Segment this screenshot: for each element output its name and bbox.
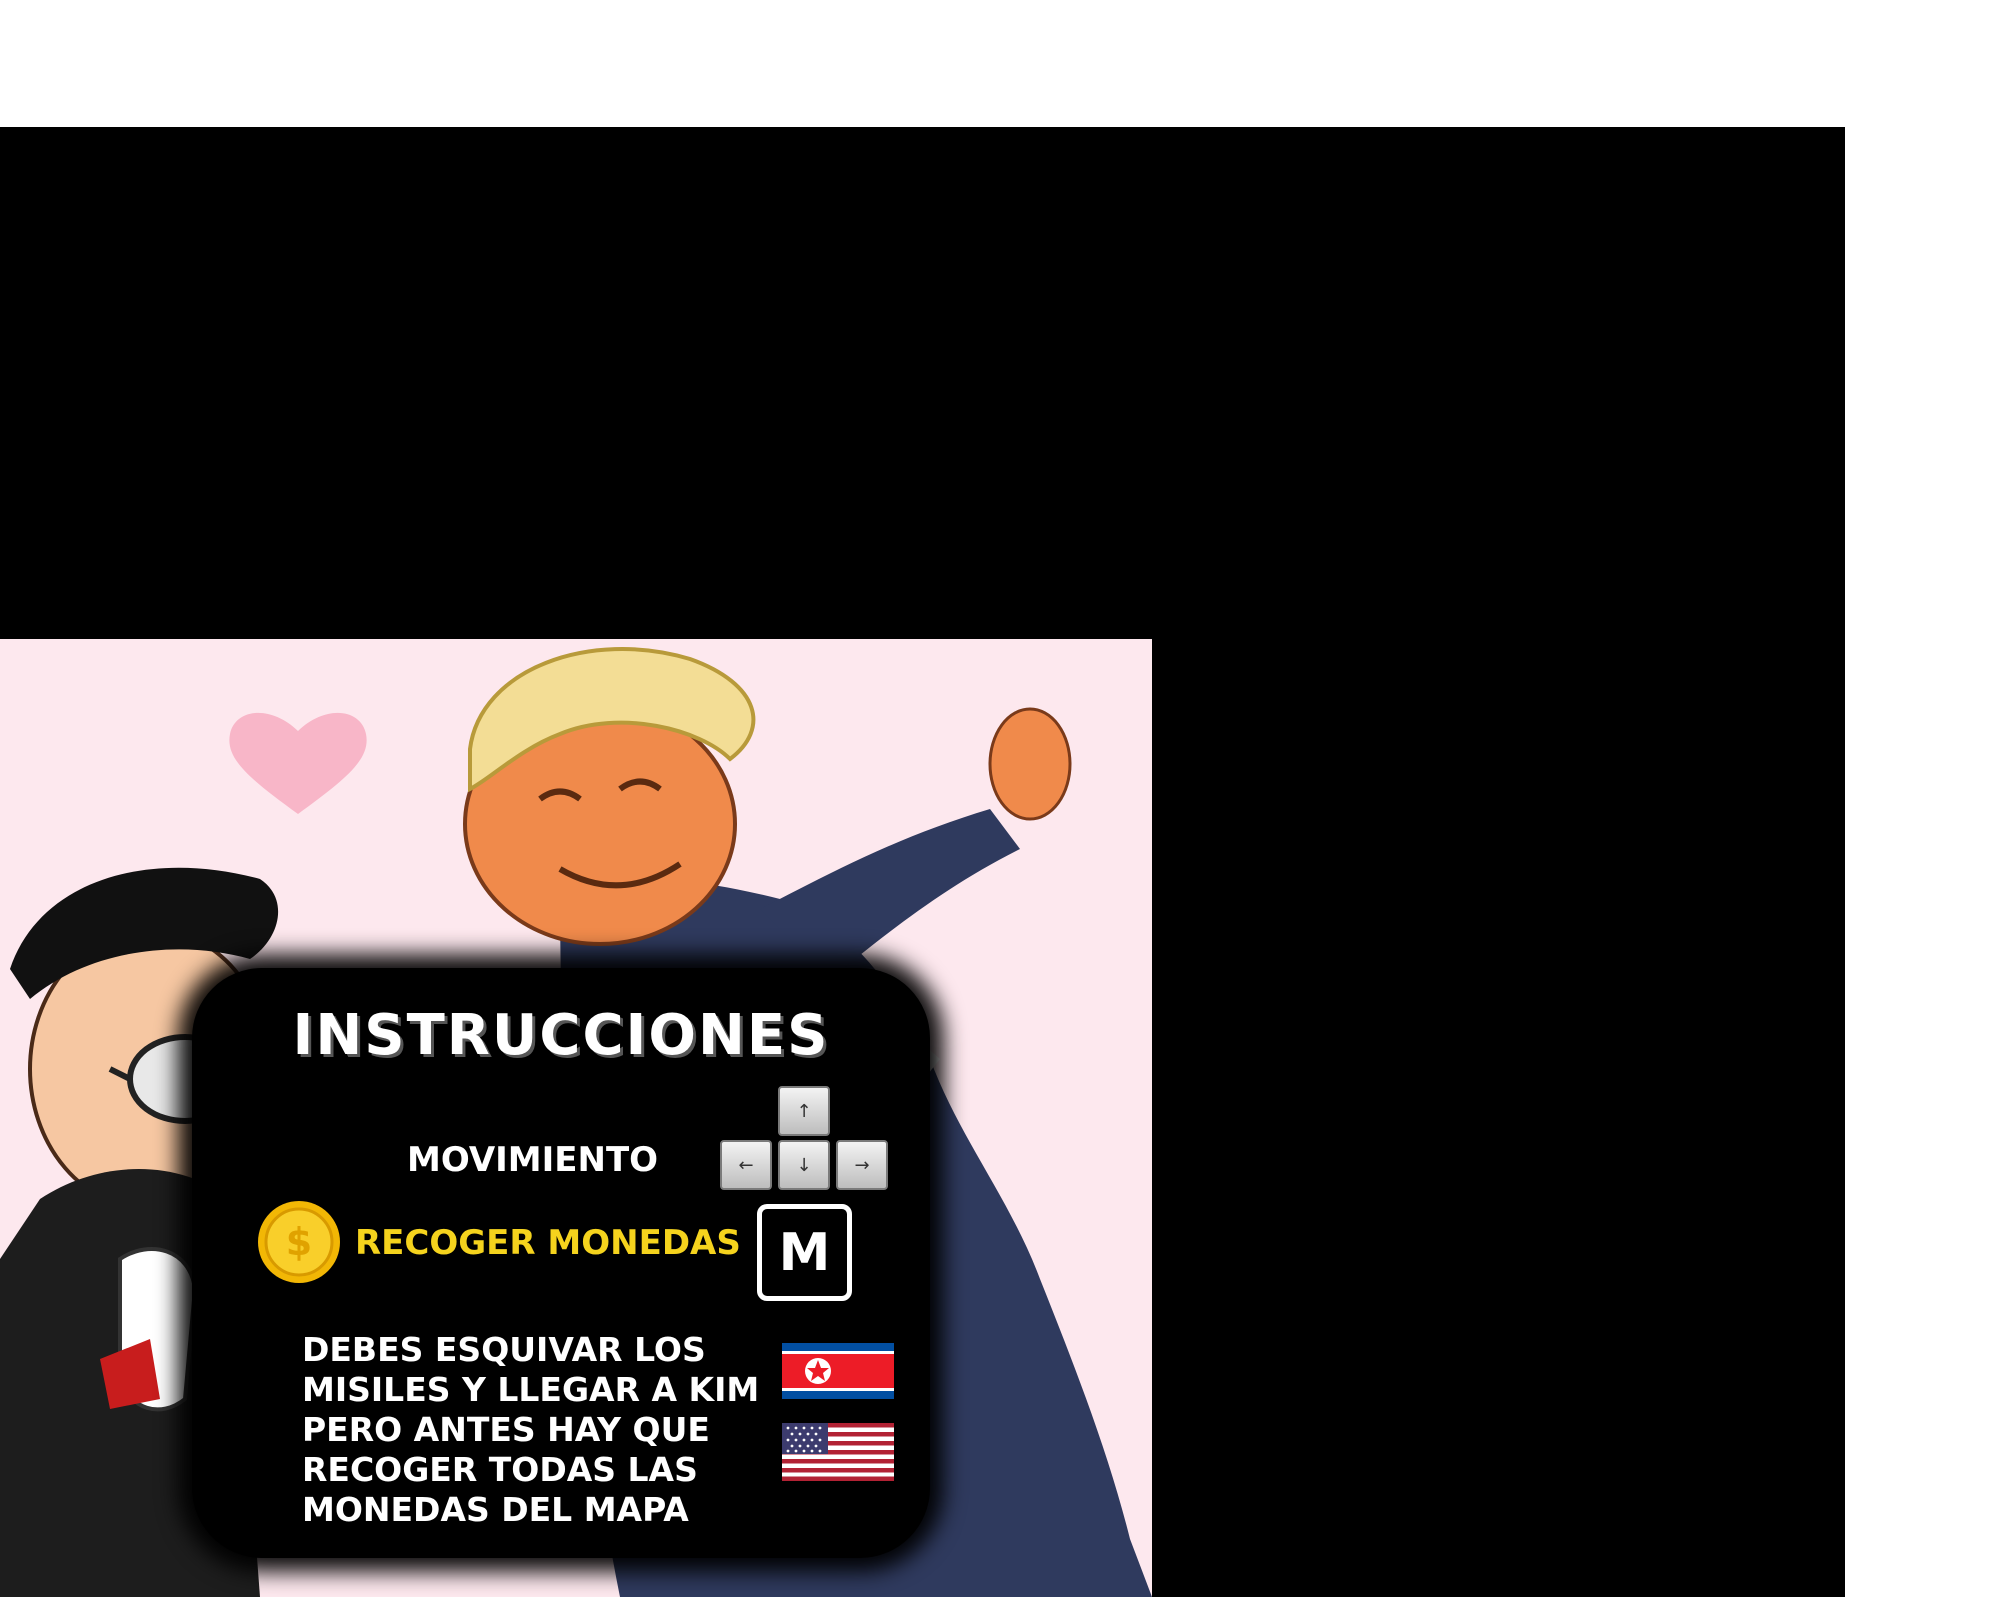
dollar-coin-icon: $ bbox=[258, 1201, 340, 1283]
arrow-up-key-icon: ↑ bbox=[778, 1086, 830, 1136]
usa-flag-icon bbox=[782, 1423, 894, 1481]
description-line: recoger todas las bbox=[302, 1450, 698, 1489]
description-line: misiles y llegar a Kim bbox=[302, 1370, 760, 1409]
svg-text:$: $ bbox=[286, 1220, 312, 1264]
m-key-icon: M bbox=[757, 1204, 852, 1301]
arrow-right-key-icon: → bbox=[836, 1140, 888, 1190]
instructions-panel: Instrucciones Movimiento ↑ ← ↓ → $ Recog… bbox=[192, 968, 930, 1558]
movement-label: Movimiento bbox=[407, 1140, 659, 1180]
hand bbox=[988, 707, 1072, 821]
heart-icon bbox=[229, 712, 367, 814]
objective-description: Debes esquivar los misiles y llegar a Ki… bbox=[302, 1330, 760, 1530]
description-line: monedas del mapa bbox=[302, 1490, 689, 1529]
instructions-title: Instrucciones bbox=[292, 1003, 830, 1068]
collect-coins-label: Recoger monedas bbox=[355, 1223, 741, 1263]
arrow-left-key-icon: ← bbox=[720, 1140, 772, 1190]
north-korea-flag-icon bbox=[782, 1343, 894, 1399]
description-line: Debes esquivar los bbox=[302, 1330, 706, 1369]
description-line: pero antes hay que bbox=[302, 1410, 710, 1449]
arrow-down-key-icon: ↓ bbox=[778, 1140, 830, 1190]
